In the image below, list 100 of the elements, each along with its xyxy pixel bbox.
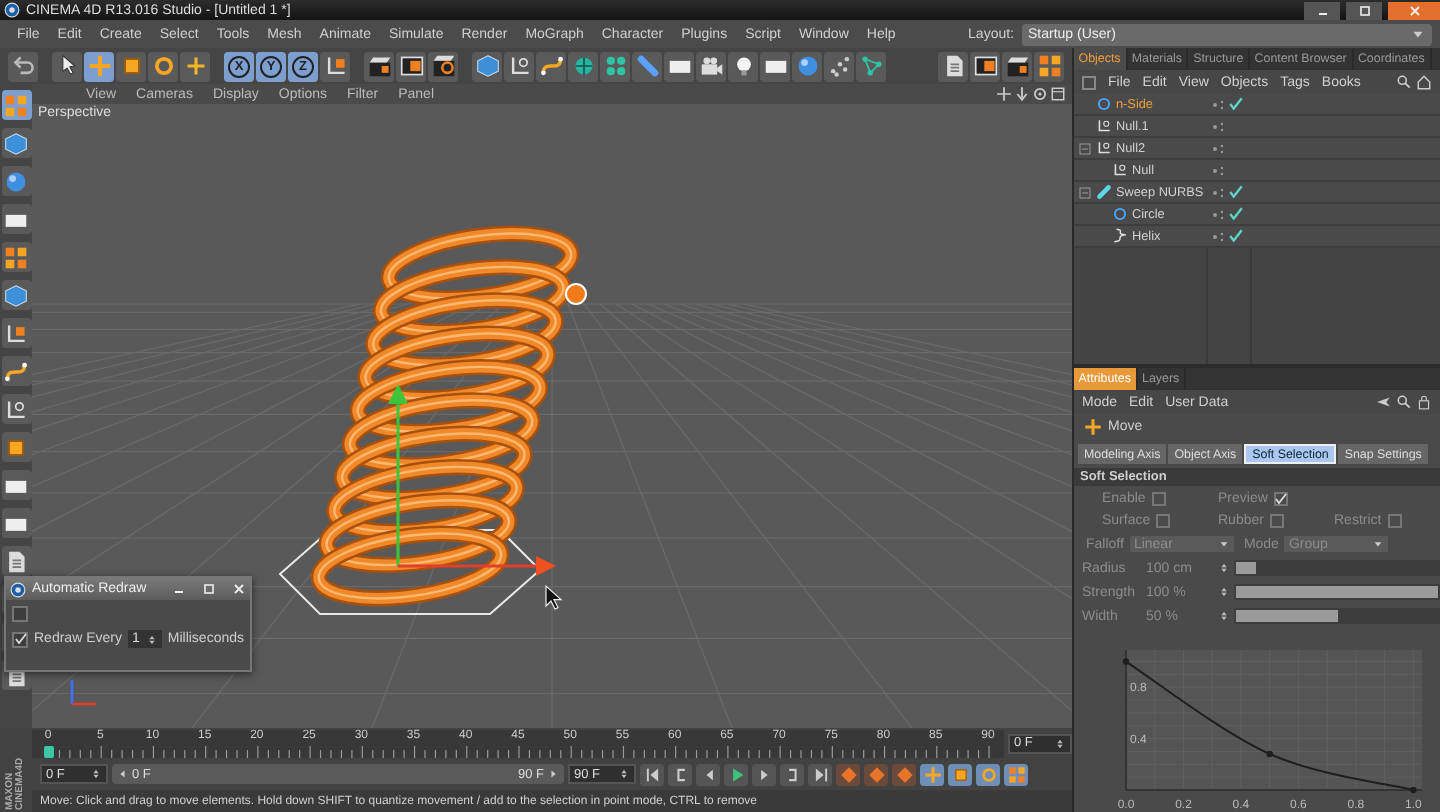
playback-button[interactable] — [808, 763, 832, 785]
playback-button[interactable] — [696, 763, 720, 785]
circle-spline-icon — [1112, 206, 1128, 222]
step-forward-icon — [548, 768, 560, 780]
playback-button[interactable] — [752, 763, 776, 785]
playback-button[interactable] — [640, 763, 664, 785]
null-object-icon — [507, 54, 531, 78]
playback-button[interactable] — [948, 763, 972, 785]
cube-icon — [4, 283, 28, 307]
tool-button[interactable] — [760, 51, 790, 81]
playback-button[interactable] — [1004, 763, 1028, 785]
skip-back-icon — [643, 765, 661, 783]
tool-button[interactable] — [1, 128, 31, 158]
null-object-icon — [4, 397, 28, 421]
tool-button[interactable] — [696, 51, 726, 81]
playback-button[interactable] — [892, 763, 916, 785]
tool-button[interactable] — [1, 546, 31, 576]
scale-icon — [4, 435, 28, 459]
playback-button[interactable] — [724, 763, 748, 785]
cursor-icon — [545, 584, 563, 610]
tool-button[interactable] — [728, 51, 758, 81]
playback-button[interactable] — [780, 763, 804, 785]
close-button[interactable] — [1388, 1, 1440, 19]
tool-button[interactable] — [396, 51, 426, 81]
spinner-icon — [1218, 562, 1230, 574]
move-icon — [923, 765, 941, 783]
grid-icon — [1037, 54, 1061, 78]
checkbox[interactable] — [12, 631, 28, 647]
tool-button[interactable] — [1, 394, 31, 424]
scale-icon — [951, 765, 969, 783]
playback-button[interactable] — [864, 763, 888, 785]
tool-button[interactable] — [472, 51, 502, 81]
tool-button[interactable] — [428, 51, 458, 81]
caret-icon — [1217, 538, 1230, 550]
tool-button[interactable] — [536, 51, 566, 81]
minimize-button[interactable] — [1304, 1, 1340, 19]
layer-dots-icon — [1212, 119, 1226, 133]
tool-button[interactable] — [1, 318, 31, 348]
maximize-button[interactable] — [1346, 1, 1382, 19]
playback-button[interactable] — [920, 763, 944, 785]
playback-button[interactable] — [668, 763, 692, 785]
null-object-icon — [1112, 162, 1128, 178]
tool-button[interactable] — [320, 51, 350, 81]
spinner-icon — [618, 768, 630, 780]
layer-dots-icon — [1212, 141, 1226, 155]
checkmark-icon — [1273, 492, 1288, 506]
tool-button[interactable] — [8, 51, 38, 81]
tool-button[interactable] — [1, 204, 31, 234]
tool-button[interactable] — [664, 51, 694, 81]
rotate-icon — [151, 54, 175, 78]
tool-button[interactable] — [938, 51, 968, 81]
tool-button[interactable] — [1002, 51, 1032, 81]
undo-icon — [11, 54, 35, 78]
layer-dots-icon — [1212, 207, 1226, 221]
tool-button[interactable] — [1, 166, 31, 196]
plus-icon — [183, 54, 207, 78]
tool-button[interactable] — [970, 51, 1000, 81]
tool-button[interactable] — [180, 51, 210, 81]
scale-icon — [119, 54, 143, 78]
layer-dots-icon — [1212, 163, 1226, 177]
checkmark-icon — [13, 632, 27, 646]
camera-icon — [699, 54, 723, 78]
particles-icon — [827, 54, 851, 78]
deformer-icon — [635, 54, 659, 78]
slider-track[interactable] — [1234, 608, 1440, 624]
grid-icon — [4, 245, 28, 269]
spline-icon — [539, 54, 563, 78]
move-icon — [87, 54, 111, 78]
tool-button[interactable] — [52, 51, 82, 81]
document-icon — [941, 54, 965, 78]
checkbox[interactable] — [12, 606, 28, 622]
caret-icon — [1410, 26, 1426, 42]
spinner-icon — [1054, 737, 1066, 749]
tool-button[interactable] — [1, 508, 31, 538]
tool-button[interactable] — [364, 51, 394, 81]
tool-button[interactable] — [1, 470, 31, 500]
document-icon — [4, 549, 28, 573]
spinner-icon — [145, 633, 158, 645]
axis-indicator-icon — [70, 680, 96, 706]
tool-button[interactable] — [792, 51, 822, 81]
collapse-icon — [1078, 185, 1092, 199]
grid-icon — [4, 93, 28, 117]
playback-button[interactable] — [836, 763, 860, 785]
nurbs-icon — [571, 54, 595, 78]
tool-button[interactable] — [1, 280, 31, 310]
key-icon — [895, 765, 913, 783]
playhead[interactable] — [44, 745, 54, 757]
tool-button[interactable] — [824, 51, 854, 81]
tool-button[interactable] — [504, 51, 534, 81]
cube-icon — [475, 54, 499, 78]
home-icon — [1416, 74, 1432, 90]
slider-track[interactable] — [1234, 560, 1440, 576]
maximize-icon — [201, 582, 215, 596]
search-icon — [1396, 74, 1412, 90]
sphere-icon — [4, 169, 28, 193]
playback-button[interactable] — [976, 763, 1000, 785]
cube-icon — [4, 131, 28, 155]
grid-icon — [1007, 765, 1025, 783]
render-settings-icon — [431, 54, 455, 78]
tool-button[interactable] — [1, 356, 31, 386]
